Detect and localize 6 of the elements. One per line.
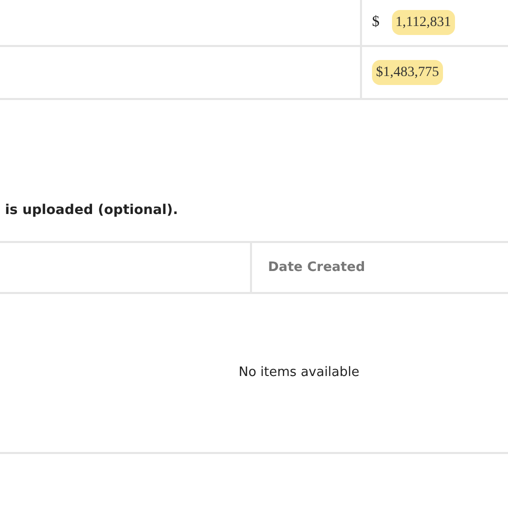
column-header: Date Created (268, 258, 365, 277)
amount-text: $1,483,775 (372, 60, 443, 85)
currency-symbol: $ (372, 13, 380, 32)
upload-note: is uploaded (optional). (5, 201, 179, 220)
amount-text: 1,112,831 (392, 10, 455, 35)
empty-message: No items available (238, 364, 360, 382)
